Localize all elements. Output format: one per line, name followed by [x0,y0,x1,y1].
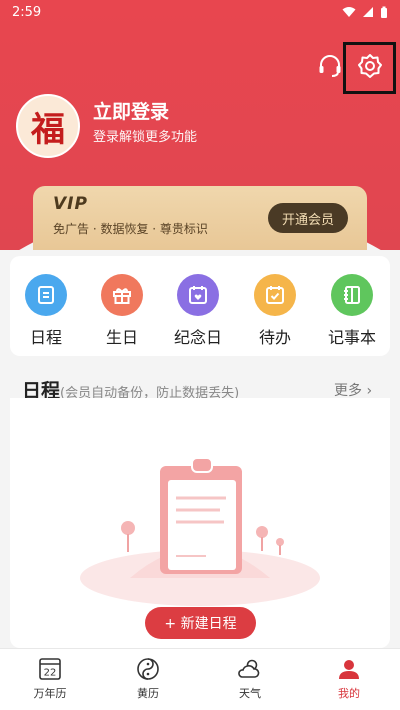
tab-label: 我的 [338,687,360,700]
new-schedule-button[interactable]: + 新建日程 [145,607,256,639]
quick-action-label: 日程 [29,328,62,347]
tab-weather[interactable]: 天气 [220,657,280,701]
battery-icon [381,6,387,18]
wifi-icon [342,7,356,17]
avatar-fu-character: 福 [31,109,65,150]
status-bar: 2:59 [0,0,400,24]
tab-label: 天气 [239,687,261,700]
quick-action-label: 待办 [258,328,291,347]
weather-icon [238,659,260,678]
notebook-icon [331,274,373,316]
schedule-icon [25,274,67,316]
quick-actions-card: 日程 生日 纪念日 待办 记事本 [10,256,390,356]
gift-icon [101,274,143,316]
more-link[interactable]: 更多 › [334,380,372,400]
bottom-tab-bar: 22 万年历 黄历 天气 我的 [0,648,400,710]
todo-icon [254,274,296,316]
quick-action-notebook[interactable]: 记事本 [317,274,387,348]
quick-action-birthday[interactable]: 生日 [87,274,157,348]
quick-action-schedule[interactable]: 日程 [11,274,81,348]
quick-action-todo[interactable]: 待办 [240,274,310,348]
tab-almanac[interactable]: 黄历 [118,657,178,701]
tab-label: 黄历 [137,687,159,700]
avatar[interactable]: 福 [16,94,80,158]
login-subtitle: 登录解锁更多功能 [93,130,198,145]
customer-service-icon[interactable] [314,50,346,82]
open-membership-button[interactable]: 开通会员 [268,203,348,233]
calendar-icon: 22 [39,658,61,680]
user-icon [339,660,359,679]
quick-action-anniversary[interactable]: 纪念日 [163,274,233,348]
status-time: 2:59 [12,4,42,20]
settings-highlight-box [343,42,396,94]
login-title[interactable]: 立即登录 [93,97,169,124]
empty-clipboard-illustration [80,457,320,606]
yinyang-icon [137,658,159,680]
calendar-icon-day: 22 [44,668,57,679]
vip-description: 免广告 · 数据恢复 · 尊贵标识 [53,222,208,236]
tab-label: 万年历 [33,687,67,700]
tab-mine[interactable]: 我的 [319,657,379,701]
quick-action-label: 生日 [105,328,138,347]
tab-calendar[interactable]: 22 万年历 [20,657,80,701]
vip-logo: VIP [53,194,88,214]
vip-card[interactable]: VIP 免广告 · 数据恢复 · 尊贵标识 开通会员 [33,186,367,250]
quick-action-label: 记事本 [327,328,376,347]
anniversary-icon [177,274,219,316]
quick-action-label: 纪念日 [173,328,222,347]
signal-icon [363,7,373,17]
